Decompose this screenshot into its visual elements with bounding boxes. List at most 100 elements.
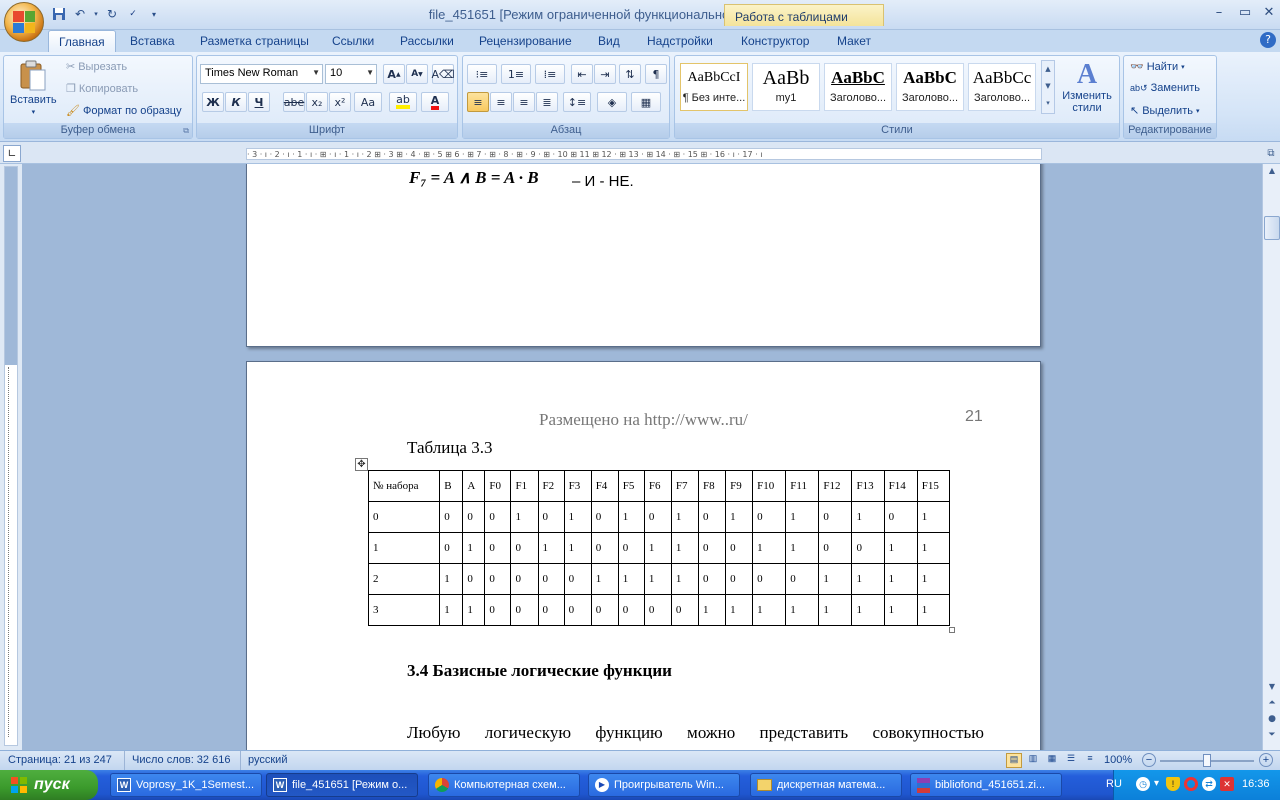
select-button[interactable]: ↖ Выделить ▾ <box>1130 104 1199 118</box>
table-cell[interactable]: 0 <box>643 501 672 533</box>
table-cell[interactable]: 1 <box>818 594 853 626</box>
table-cell[interactable]: 1 <box>916 594 951 626</box>
table-header-cell[interactable]: F15 <box>916 470 951 502</box>
table-header-cell[interactable]: A <box>462 470 486 502</box>
antivirus-icon[interactable]: ✕ <box>1220 777 1234 791</box>
change-case-button[interactable]: Aa <box>354 92 382 112</box>
taskbar-item-voprosy[interactable]: W Voprosy_1K_1Semest... <box>110 773 262 797</box>
replace-button[interactable]: ab↺ Заменить <box>1130 82 1200 94</box>
reading-layout-icon[interactable]: ▥ <box>1025 753 1041 768</box>
table-cell[interactable]: 0 <box>563 594 592 626</box>
style-heading-2[interactable]: AaBbC Заголово... <box>896 63 964 111</box>
table-header-cell[interactable]: F6 <box>643 470 672 502</box>
table-cell[interactable]: 0 <box>484 501 512 533</box>
table-cell[interactable]: 0 <box>818 532 853 564</box>
font-size-combo[interactable]: 10 ▼ <box>325 64 377 84</box>
taskbar-item-media-player[interactable]: ▶ Проигрыватель Win... <box>588 773 740 797</box>
taskbar-item-chrome[interactable]: Компьютерная схем... <box>428 773 580 797</box>
table-cell[interactable]: 1 <box>818 563 853 595</box>
table-cell[interactable]: 1 <box>462 594 486 626</box>
table-cell[interactable]: 0 <box>590 501 619 533</box>
style-heading-1[interactable]: AaBbC Заголово... <box>824 63 892 111</box>
grow-font-icon[interactable]: A ▲ <box>383 64 405 84</box>
table-cell[interactable]: 1 <box>851 594 885 626</box>
change-styles-button[interactable]: A Изменить стили <box>1058 60 1116 115</box>
table-cell[interactable]: 1 <box>563 532 592 564</box>
table-cell[interactable]: 1 <box>617 501 645 533</box>
table-cell[interactable]: 0 <box>484 563 512 595</box>
table-cell[interactable]: 1 <box>883 563 918 595</box>
table-cell[interactable]: 0 <box>510 563 539 595</box>
vertical-ruler[interactable] <box>4 166 18 746</box>
minimize-icon[interactable]: – <box>1206 4 1232 22</box>
customize-qat-icon[interactable]: ▾ <box>145 5 163 23</box>
table-cell[interactable]: 0 <box>818 501 853 533</box>
table-cell[interactable]: 1 <box>916 563 951 595</box>
table-header-cell[interactable]: F7 <box>670 470 700 502</box>
table-cell[interactable]: 0 <box>563 563 592 595</box>
table-cell[interactable]: 1 <box>462 532 486 564</box>
table-cell[interactable]: 0 <box>725 532 754 564</box>
styles-scroll[interactable]: ▲ ▼ ▾ <box>1041 60 1055 114</box>
borders-icon[interactable]: ▦ <box>631 92 661 112</box>
align-left-icon[interactable]: ≡ <box>467 92 489 112</box>
table-cell[interactable]: 0 <box>670 594 700 626</box>
table-cell[interactable]: 0 <box>537 594 565 626</box>
numbering-icon[interactable]: 1≡ <box>501 64 531 84</box>
table-cell[interactable]: 0 <box>752 501 787 533</box>
line-spacing-icon[interactable]: ↕≡ <box>563 92 591 112</box>
table-header-cell[interactable]: F9 <box>725 470 754 502</box>
browse-object-icon[interactable]: ● <box>1265 714 1279 728</box>
redo-icon[interactable]: ↻ <box>103 5 121 23</box>
table-cell[interactable]: 1 <box>537 532 565 564</box>
table-cell[interactable]: 1 <box>563 501 592 533</box>
table-cell[interactable]: 0 <box>851 532 885 564</box>
taskbar-item-archive[interactable]: bibliofond_451651.zi... <box>910 773 1062 797</box>
page-count[interactable]: Страница: 21 из 247 <box>8 754 112 766</box>
print-layout-icon[interactable]: ▤ <box>1006 753 1022 768</box>
tab-references[interactable]: Ссылки <box>322 30 384 52</box>
table-cell[interactable]: 0 <box>462 501 486 533</box>
table-cell[interactable]: 0 <box>883 501 918 533</box>
tab-design[interactable]: Конструктор <box>731 30 819 52</box>
table-cell[interactable]: 0 <box>697 532 727 564</box>
increase-indent-icon[interactable]: ⇥ <box>594 64 616 84</box>
language-indicator[interactable]: RU <box>1106 778 1122 790</box>
help-icon[interactable]: ? <box>1260 32 1276 48</box>
shrink-font-icon[interactable]: A ▼ <box>406 64 428 84</box>
superscript-button[interactable]: x² <box>329 92 351 112</box>
tab-addins[interactable]: Надстройки <box>637 30 723 52</box>
tab-selector-icon[interactable]: ∟ <box>3 145 21 162</box>
style-heading-3[interactable]: AaBbCc Заголово... <box>968 63 1036 111</box>
table-cell[interactable]: 0 <box>462 563 486 595</box>
table-cell[interactable]: 1 <box>883 532 918 564</box>
table-cell[interactable]: 1 <box>785 594 820 626</box>
table-cell[interactable]: 2 <box>367 563 441 595</box>
horizontal-ruler[interactable]: · 3 · ı · 2 · ı · 1 · ı · ⊞ · ı · 1 · ı … <box>246 148 1042 160</box>
align-center-icon[interactable]: ≡ <box>490 92 512 112</box>
table-header-cell[interactable]: F8 <box>697 470 727 502</box>
table-cell[interactable]: 1 <box>725 594 754 626</box>
table-cell[interactable]: 0 <box>484 532 512 564</box>
table-cell[interactable]: 0 <box>510 594 539 626</box>
pilcrow-icon[interactable]: ¶ <box>645 64 667 84</box>
shading-icon[interactable]: ◈ <box>597 92 627 112</box>
table-header-cell[interactable]: F4 <box>590 470 619 502</box>
table-header-cell[interactable]: F2 <box>537 470 565 502</box>
tab-insert[interactable]: Вставка <box>120 30 185 52</box>
table-header-cell[interactable]: F3 <box>563 470 592 502</box>
dialog-launcher-icon[interactable]: ⧉ <box>183 126 189 136</box>
table-move-handle[interactable]: ✥ <box>355 458 368 471</box>
word-count[interactable]: Число слов: 32 616 <box>132 754 230 766</box>
table-cell[interactable]: 0 <box>697 501 727 533</box>
scroll-thumb[interactable] <box>1264 216 1280 240</box>
table-cell[interactable]: 1 <box>670 532 700 564</box>
office-button[interactable] <box>4 2 44 42</box>
zoom-level[interactable]: 100% <box>1104 754 1132 766</box>
table-cell[interactable]: 1 <box>785 532 820 564</box>
security-shield-icon[interactable]: ! <box>1166 777 1180 791</box>
table-cell[interactable]: 0 <box>484 594 512 626</box>
draft-icon[interactable]: ≡ <box>1082 753 1098 768</box>
clock[interactable]: 16:36 <box>1242 778 1270 790</box>
taskbar-item-folder[interactable]: дискретная матема... <box>750 773 902 797</box>
